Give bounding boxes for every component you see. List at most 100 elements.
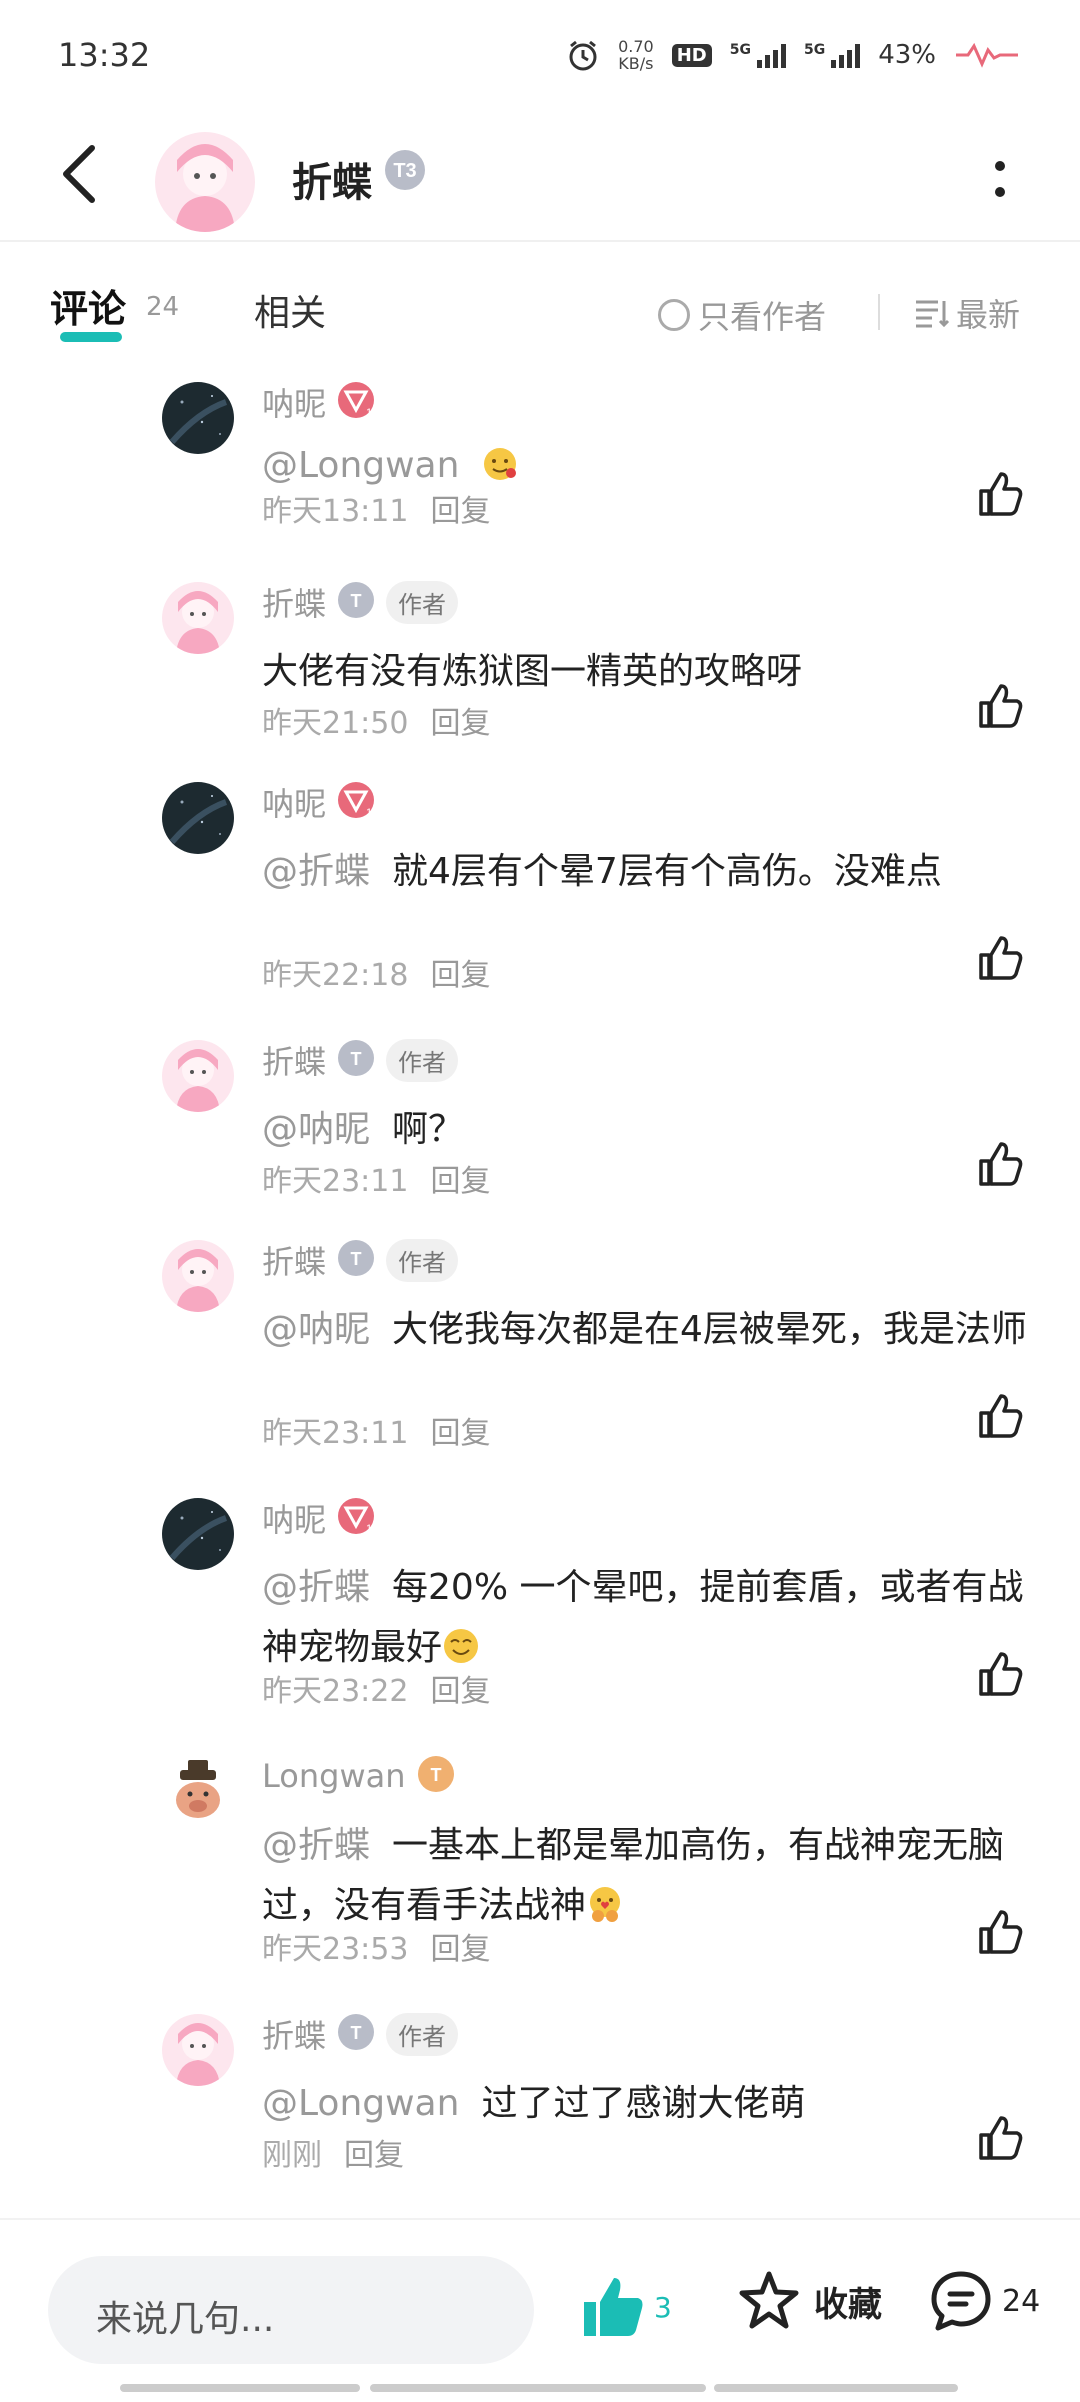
mention-link[interactable]: @呐昵	[262, 1309, 370, 1350]
battery-percent: 43%	[878, 40, 936, 70]
comment-username[interactable]: 呐昵	[262, 379, 326, 425]
avatar[interactable]	[162, 582, 234, 654]
mention-link[interactable]: @折蝶	[262, 1825, 370, 1866]
comment-item[interactable]: 呐昵 11 @折蝶 每20% 一个晕吧，提前套盾，或者有战神宠物最好 昨天23:22 回复	[0, 1486, 1080, 1744]
comment-username[interactable]: 折蝶	[262, 2011, 326, 2057]
mention-link[interactable]: @呐昵	[262, 1109, 370, 1150]
sim2-label: 5G	[803, 42, 826, 58]
comment-header: 折蝶 T 作者	[262, 579, 459, 625]
comment-username[interactable]: Longwan	[262, 1757, 406, 1795]
comment-time: 昨天23:53	[262, 1932, 409, 1967]
mention-link[interactable]: @Longwan	[262, 445, 459, 486]
comment-input[interactable]: 来说几句...	[48, 2256, 534, 2364]
comment-username[interactable]: 折蝶	[262, 579, 326, 625]
like-count: 3	[654, 2290, 672, 2324]
comment-username[interactable]: 折蝶	[262, 1037, 326, 1083]
back-arrow-icon[interactable]	[56, 140, 104, 208]
comment-header: 折蝶 T 作者	[262, 2011, 459, 2057]
mention-link[interactable]: @折蝶	[262, 1567, 370, 1608]
comment-username[interactable]: 呐昵	[262, 779, 326, 825]
comment-time: 刚刚	[262, 2138, 322, 2173]
thumbs-up-icon[interactable]	[976, 1140, 1024, 1188]
comment-body: 大佬有没有炼狱图一精英的攻略呀	[262, 651, 803, 692]
reply-button[interactable]: 回复	[430, 486, 490, 530]
divider	[878, 294, 880, 330]
sim1-label: 5G	[729, 42, 751, 58]
tab-active-indicator	[60, 332, 122, 342]
comment-username[interactable]: 折蝶	[262, 1237, 326, 1283]
comment-username[interactable]: 呐昵	[262, 1495, 326, 1541]
comment-meta: 昨天21:50 回复	[262, 698, 490, 742]
avatar[interactable]	[162, 782, 234, 854]
comment-meta: 昨天22:18 回复	[262, 950, 490, 994]
reply-button[interactable]: 回复	[430, 698, 490, 742]
comment-item[interactable]: 折蝶 T 作者 @Longwan 过了过了感谢大佬萌刚刚 回复	[0, 2002, 1080, 2208]
favorite-button[interactable]: 收藏	[736, 2268, 882, 2334]
comments-button[interactable]: 24	[928, 2268, 1040, 2334]
reply-button[interactable]: 回复	[430, 1924, 490, 1968]
bottom-action-bar: 来说几句... 3 收藏 24	[0, 2218, 1080, 2402]
header: 折蝶 T3	[0, 112, 1080, 242]
sort-button[interactable]: 最新	[914, 290, 1020, 336]
avatar[interactable]	[162, 1498, 234, 1570]
comment-item[interactable]: 呐昵 11 @Longwan 昨天13:11 回复	[0, 370, 1080, 564]
comment-item[interactable]: 折蝶 T 作者 @呐昵 啊？ 昨天23:11 回复	[0, 1028, 1080, 1234]
reply-button[interactable]: 回复	[430, 1156, 490, 1200]
comment-body: 每20% 一个晕吧，提前套盾，或者有战神宠物最好	[262, 1567, 1024, 1668]
avatar[interactable]	[162, 2014, 234, 2086]
tab-related[interactable]: 相关	[254, 284, 326, 336]
like-button[interactable]: 3	[578, 2272, 672, 2342]
mention-link[interactable]: @折蝶	[262, 851, 370, 892]
header-username: 折蝶	[292, 160, 372, 206]
reply-button[interactable]: 回复	[344, 2130, 404, 2174]
comment-meta: 刚刚 回复	[262, 2130, 404, 2174]
comment-item[interactable]: 呐昵 11 @折蝶 就4层有个晕7层有个高伤。没难点昨天22:18 回复	[0, 770, 1080, 1028]
thumbs-up-icon[interactable]	[976, 934, 1024, 982]
more-icon[interactable]	[990, 152, 1010, 208]
author-tag: 作者	[386, 1238, 459, 1282]
comment-tabs: 评论 24 相关 只看作者 最新	[0, 270, 1080, 350]
avatar[interactable]	[162, 1756, 234, 1828]
thumbs-up-icon[interactable]	[976, 682, 1024, 730]
reply-button[interactable]: 回复	[430, 1666, 490, 1710]
author-tag: 作者	[386, 1038, 459, 1082]
avatar[interactable]	[162, 1040, 234, 1112]
reply-button[interactable]: 回复	[430, 950, 490, 994]
signal-icon-1: 5G	[730, 42, 786, 68]
comment-count: 24	[1002, 2283, 1041, 2319]
thumbs-up-icon[interactable]	[976, 1908, 1024, 1956]
thumbs-up-icon[interactable]	[976, 1650, 1024, 1698]
level-badge: T	[416, 1754, 456, 1798]
status-bar: 13:32 0.70 KB/s HD 5G 5G 43%	[0, 0, 1080, 110]
comment-item[interactable]: Longwan T @折蝶 一基本上都是晕加高伤，有战神宠无脑过，没有看手法战神昨天2…	[0, 1744, 1080, 2002]
comment-text: @呐昵 啊？	[262, 1100, 1032, 1160]
comment-body: 就4层有个晕7层有个高伤。没难点	[392, 851, 942, 892]
avatar[interactable]	[162, 1240, 234, 1312]
author-tag: 作者	[386, 580, 459, 624]
net-speed-unit: KB/s	[618, 54, 654, 73]
svg-text:T: T	[351, 1249, 362, 1269]
avatar[interactable]	[162, 382, 234, 454]
mention-link[interactable]: @Longwan	[262, 2083, 459, 2124]
comment-body: 过了过了感谢大佬萌	[481, 2083, 806, 2124]
emoji-icon	[481, 445, 519, 486]
net-speed-value: 0.70	[618, 37, 654, 56]
comment-meta: 昨天23:11 回复	[262, 1408, 490, 1452]
tab-comments[interactable]: 评论	[50, 278, 126, 333]
comment-body: 一基本上都是晕加高伤，有战神宠无脑过，没有看手法战神	[262, 1825, 1005, 1926]
comment-item[interactable]: 折蝶 T 作者大佬有没有炼狱图一精英的攻略呀 昨天21:50 回复	[0, 570, 1080, 776]
thumbs-up-icon[interactable]	[976, 2114, 1024, 2162]
level-badge: 11	[336, 380, 377, 424]
thumbs-up-icon[interactable]	[976, 470, 1024, 518]
comment-text: 大佬有没有炼狱图一精英的攻略呀	[262, 642, 1032, 702]
comment-body: 大佬我每次都是在4层被晕死，我是法师	[392, 1309, 1027, 1350]
level-badge-text: T3	[393, 160, 416, 182]
comment-header: 呐昵 11	[262, 779, 377, 825]
author-only-toggle[interactable]: 只看作者	[658, 292, 826, 338]
comment-item[interactable]: 折蝶 T 作者 @呐昵 大佬我每次都是在4层被晕死，我是法师昨天23:11 回复	[0, 1228, 1080, 1486]
comment-body: 啊？	[392, 1109, 465, 1150]
emoji-icon	[586, 1885, 624, 1926]
reply-button[interactable]: 回复	[430, 1408, 490, 1452]
avatar[interactable]	[155, 132, 255, 232]
thumbs-up-icon[interactable]	[976, 1392, 1024, 1440]
